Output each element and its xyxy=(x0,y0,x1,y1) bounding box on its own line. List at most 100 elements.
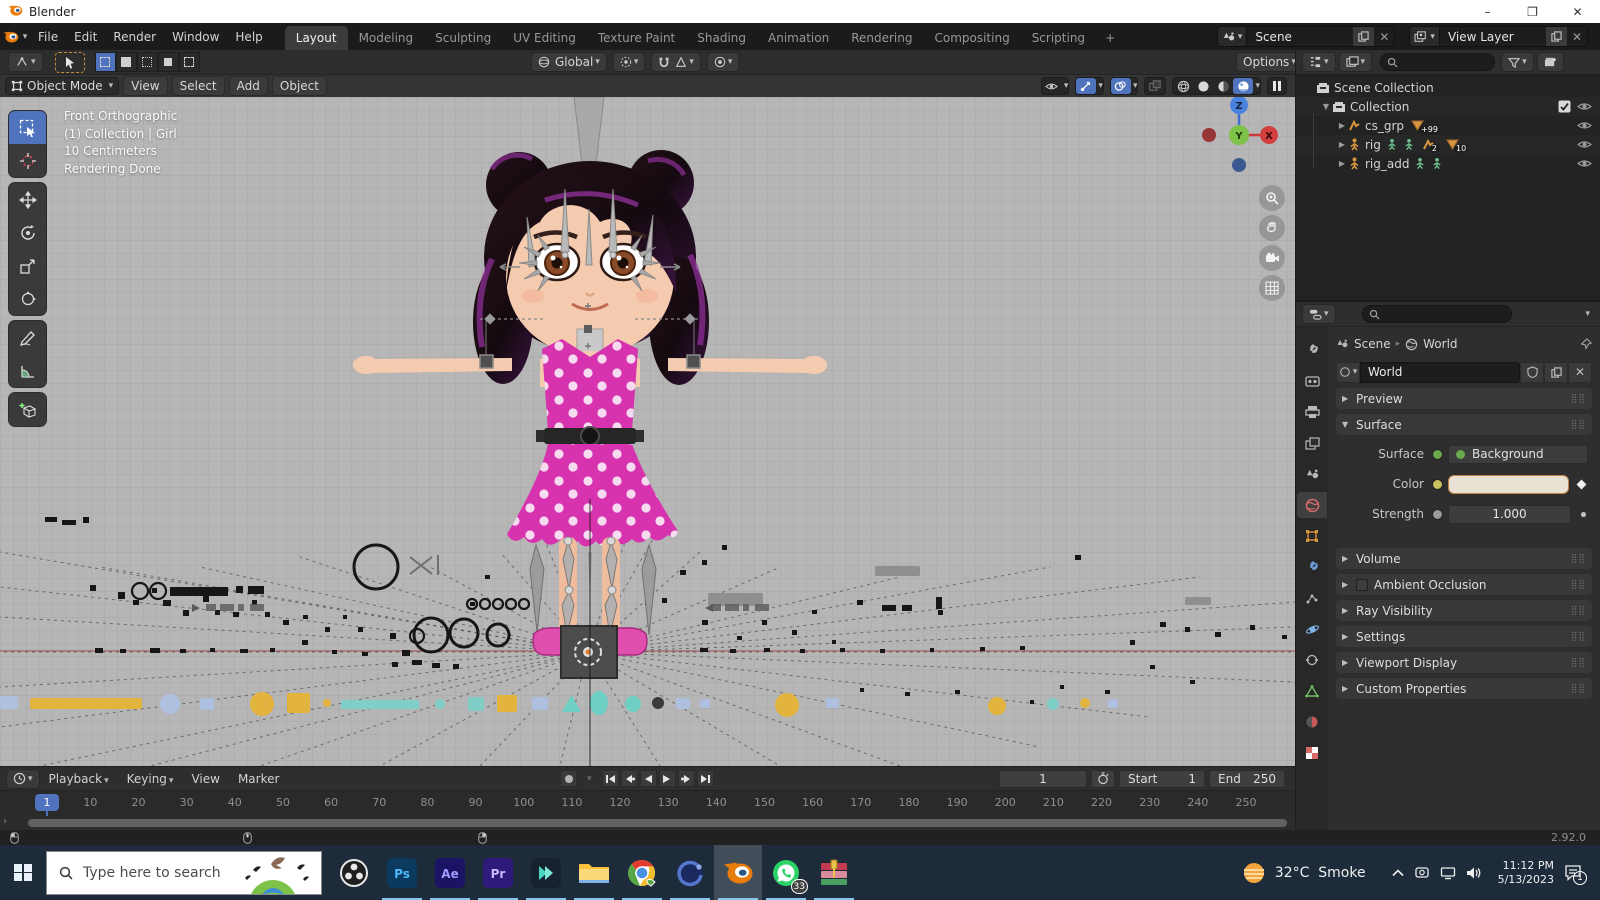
surface-type-dropdown[interactable]: Background xyxy=(1448,444,1588,464)
rig-picker-shape[interactable] xyxy=(497,695,517,712)
taskbar-app-filmora[interactable] xyxy=(522,845,570,900)
scene-unlink-button[interactable]: ✕ xyxy=(1374,27,1394,46)
rig-picker-shape[interactable] xyxy=(435,699,445,709)
restore-button[interactable]: ❐ xyxy=(1510,0,1555,23)
timeline-menu-keying[interactable]: Keying ▾ xyxy=(118,772,183,786)
properties-tab-physics[interactable] xyxy=(1297,616,1327,642)
expand-caret[interactable]: ▶ xyxy=(1336,140,1348,149)
view-layer-browse-icon[interactable]: ▾ xyxy=(1410,27,1440,46)
shading-dropdown[interactable]: ▾ xyxy=(1255,81,1260,91)
options-dropdown[interactable]: Options ▾ xyxy=(1236,52,1303,72)
workspace-tab-layout[interactable]: Layout xyxy=(284,26,348,50)
ortho-toggle-button[interactable] xyxy=(1259,275,1285,301)
editor-type-selector[interactable]: ▾ xyxy=(8,52,43,72)
outliner-row-rig_add[interactable]: ▶ rig_add xyxy=(1296,154,1600,173)
current-frame-field[interactable]: 1 xyxy=(999,769,1087,788)
outliner-row-cs_grp[interactable]: ▶ cs_grp +99 xyxy=(1296,116,1600,135)
rig-picker-shape[interactable] xyxy=(30,698,142,709)
properties-tab-render[interactable] xyxy=(1297,368,1327,394)
xray-toggle[interactable] xyxy=(1144,77,1167,95)
current-frame-indicator[interactable]: 1 xyxy=(35,794,59,811)
menu-edit[interactable]: Edit xyxy=(66,23,105,50)
world-browse-button[interactable]: ▾ xyxy=(1336,361,1360,383)
workspace-tab-rendering[interactable]: Rendering xyxy=(840,26,923,50)
properties-tab-scene[interactable] xyxy=(1297,461,1327,487)
rig-picker-shape[interactable] xyxy=(160,694,180,714)
rig-picker-shape[interactable] xyxy=(323,699,331,707)
visibility-eye-icon[interactable] xyxy=(1577,139,1592,150)
panel-drag-handle[interactable]: ⣿⣿ xyxy=(1571,658,1586,668)
tool-add-cube[interactable] xyxy=(9,393,46,426)
expand-caret[interactable]: ▶ xyxy=(1336,121,1348,130)
keyframe-dot-button[interactable] xyxy=(1579,510,1588,519)
panel-drag-handle[interactable]: ⣿⣿ xyxy=(1571,632,1586,642)
outliner-search-input[interactable] xyxy=(1398,55,1489,69)
panel-checkbox[interactable] xyxy=(1356,578,1368,591)
proportional-edit-dropdown[interactable]: ▾ xyxy=(706,52,740,72)
snap-toggle-group[interactable]: ▾ xyxy=(651,52,701,72)
fake-user-button[interactable] xyxy=(1520,361,1544,383)
auto-keying-button[interactable] xyxy=(1091,769,1115,788)
select-mode-intersect[interactable] xyxy=(178,52,200,72)
properties-tab-texture[interactable] xyxy=(1297,740,1327,766)
panel-drag-handle[interactable]: ⣿⣿ xyxy=(1571,394,1586,404)
visibility-eye-icon[interactable] xyxy=(1577,120,1592,131)
rig-picker-shape[interactable] xyxy=(0,696,18,709)
gizmo-dropdown[interactable]: ▾ xyxy=(1098,81,1103,91)
select-mode-extend[interactable] xyxy=(115,52,137,72)
workspace-tab-modeling[interactable]: Modeling xyxy=(348,26,425,50)
workspace-tab-sculpting[interactable]: Sculpting xyxy=(424,26,502,50)
strength-slider[interactable]: 1.000 xyxy=(1448,504,1571,524)
unlink-datablock-button[interactable]: ✕ xyxy=(1568,361,1592,383)
view-layer-name-field[interactable]: View Layer xyxy=(1440,30,1546,44)
search-highlight-image[interactable] xyxy=(231,852,321,895)
properties-tab-particles[interactable] xyxy=(1297,585,1327,611)
overlays-toggle[interactable] xyxy=(1110,78,1131,94)
taskbar-app-winrar[interactable] xyxy=(810,845,858,900)
gizmo-toggle[interactable] xyxy=(1076,78,1097,94)
properties-tab-modifier[interactable] xyxy=(1297,554,1327,580)
timeline-expand-arrow[interactable]: › xyxy=(3,816,7,827)
timeline-menu-playback[interactable]: Playback ▾ xyxy=(40,772,118,786)
capture-tray-icon[interactable] xyxy=(1414,865,1430,880)
action-center-button[interactable]: 1 xyxy=(1564,864,1587,885)
rig-picker-shape[interactable] xyxy=(652,697,664,709)
viewport-menu-add[interactable]: Add xyxy=(228,76,268,96)
workspace-tab-shading[interactable]: Shading xyxy=(686,26,757,50)
jump-start-button[interactable] xyxy=(601,770,619,787)
pan-button[interactable] xyxy=(1259,215,1285,241)
properties-editor-type[interactable]: ▾ xyxy=(1302,304,1336,324)
shading-rendered-button[interactable] xyxy=(1233,78,1254,94)
active-tool-button[interactable] xyxy=(54,51,85,73)
timeline-ruler[interactable]: 10 20 30 40 50 60 70 80 90 100 110 120 130 140 150 160 1… xyxy=(0,791,1295,855)
taskbar-app-explorer[interactable] xyxy=(570,845,618,900)
panel-header-volume[interactable]: ▶ Volume ⣿⣿ xyxy=(1336,548,1592,569)
jump-end-button[interactable] xyxy=(696,770,714,787)
rig-picker-shape[interactable] xyxy=(1047,698,1059,710)
timeline-scrollbar[interactable]: › xyxy=(0,816,1295,830)
taskbar-search[interactable]: Type here to search xyxy=(46,850,322,895)
play-reverse-button[interactable] xyxy=(639,770,657,787)
view-layer-copy-button[interactable] xyxy=(1545,27,1567,46)
properties-tab-world[interactable] xyxy=(1297,492,1327,518)
taskbar-app-whatsapp[interactable]: 33 xyxy=(762,845,810,900)
outliner-row-rig[interactable]: ▶ rig 2 10 xyxy=(1296,135,1600,154)
properties-tab-constraint[interactable] xyxy=(1297,647,1327,673)
properties-tab-object[interactable] xyxy=(1297,523,1327,549)
workspace-tab-scripting[interactable]: Scripting xyxy=(1021,26,1096,50)
rig-picker-shape[interactable] xyxy=(532,697,548,710)
panel-drag-handle[interactable]: ⣿⣿ xyxy=(1571,420,1586,430)
record-button[interactable] xyxy=(560,770,577,787)
viewport-3d[interactable]: Object Mode ▾ View Select Add Object ▾ ▾ ▾ ▾… xyxy=(0,75,1295,766)
outliner-display-mode[interactable]: ▾ xyxy=(1302,52,1336,72)
panel-drag-handle[interactable]: ⣿⣿ xyxy=(1571,580,1586,590)
frame-start-field[interactable]: Start 1 xyxy=(1119,769,1205,788)
tool-measure[interactable] xyxy=(9,354,46,387)
taskbar-app-blender[interactable] xyxy=(714,845,762,900)
taskbar-app-premiere[interactable]: Pr xyxy=(474,845,522,900)
select-mode-subtract[interactable] xyxy=(136,52,158,72)
breadcrumb-world[interactable]: World xyxy=(1423,337,1457,351)
volume-tray-icon[interactable] xyxy=(1466,866,1482,880)
scene-copy-button[interactable] xyxy=(1353,27,1375,46)
rig-picker-shape[interactable] xyxy=(700,699,710,708)
